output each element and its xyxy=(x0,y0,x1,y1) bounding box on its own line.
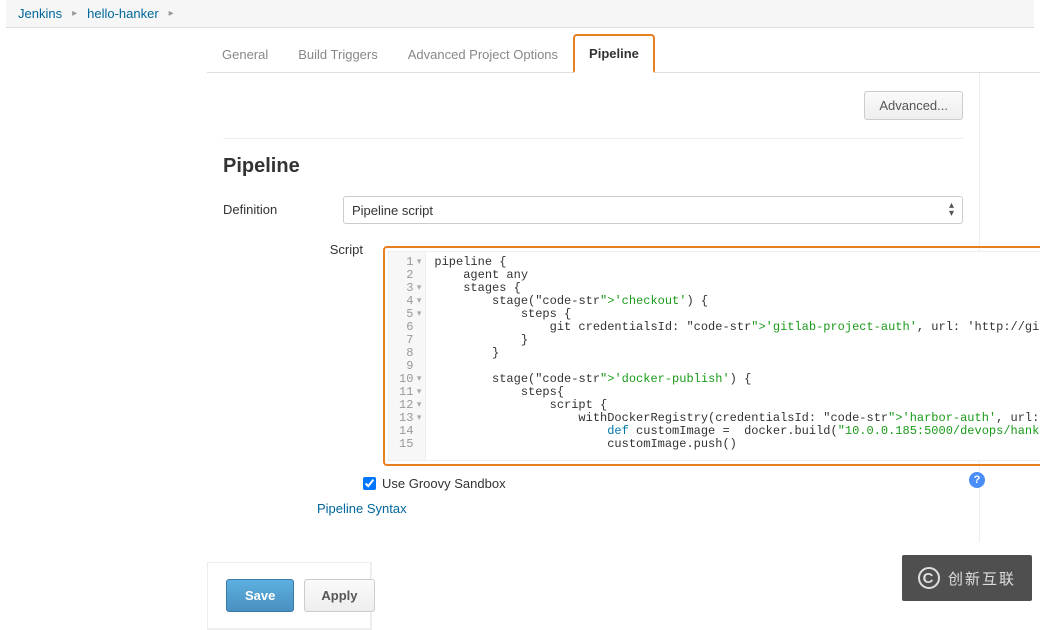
script-row: Script ? 1▾23▾4▾5▾678910▾11▾12▾13▾1415 p… xyxy=(223,230,963,472)
chevron-right-icon: ▸ xyxy=(169,8,174,19)
watermark-icon: C xyxy=(918,567,940,589)
code-editor[interactable]: 1▾23▾4▾5▾678910▾11▾12▾13▾1415 pipeline {… xyxy=(388,251,1040,461)
script-editor[interactable]: 1▾23▾4▾5▾678910▾11▾12▾13▾1415 pipeline {… xyxy=(383,246,1040,466)
footer-buttons: Save Apply xyxy=(207,562,372,630)
watermark-text: 创新互联 xyxy=(948,568,1016,589)
breadcrumb-item-project[interactable]: hello-hanker xyxy=(87,6,159,21)
definition-row: Definition Pipeline script ▴▾ xyxy=(223,190,963,230)
script-label: Script xyxy=(223,236,383,257)
tab-general[interactable]: General xyxy=(207,36,283,72)
apply-button[interactable]: Apply xyxy=(304,579,374,612)
main-content: Advanced... Pipeline Definition Pipeline… xyxy=(207,73,980,542)
definition-select[interactable]: Pipeline script ▴▾ xyxy=(343,196,963,224)
breadcrumb-item-jenkins[interactable]: Jenkins xyxy=(18,6,62,21)
pipeline-section-title: Pipeline xyxy=(223,139,963,190)
pipeline-syntax-link[interactable]: Pipeline Syntax xyxy=(317,501,407,516)
config-tabs: Advanced Project Options General Build T… xyxy=(207,28,1040,73)
save-button[interactable]: Save xyxy=(226,579,294,612)
groovy-sandbox-checkbox[interactable] xyxy=(363,477,376,490)
definition-select-value: Pipeline script xyxy=(352,203,433,218)
line-gutter: 1▾23▾4▾5▾678910▾11▾12▾13▾1415 xyxy=(389,252,426,460)
watermark: C 创新互联 xyxy=(902,555,1032,601)
definition-label: Definition xyxy=(223,196,343,217)
tab-pipeline[interactable]: Pipeline xyxy=(573,34,655,73)
chevron-right-icon: ▸ xyxy=(72,8,77,19)
help-icon[interactable]: ? xyxy=(969,472,985,488)
code-content[interactable]: pipeline { agent any stages { stage("cod… xyxy=(426,252,1040,460)
advanced-button[interactable]: Advanced... xyxy=(864,91,963,120)
breadcrumb: Jenkins ▸ hello-hanker ▸ xyxy=(6,0,1034,28)
select-arrows-icon: ▴▾ xyxy=(949,202,954,218)
sandbox-row: Use Groovy Sandbox ? xyxy=(223,472,963,495)
sandbox-label: Use Groovy Sandbox xyxy=(382,476,506,491)
advanced-row: Advanced... xyxy=(223,73,963,139)
tab-build-triggers[interactable]: Build Triggers xyxy=(283,36,392,72)
syntax-link-row: Pipeline Syntax xyxy=(223,495,963,522)
tab-advanced-options[interactable]: Advanced Project Options xyxy=(393,36,573,72)
